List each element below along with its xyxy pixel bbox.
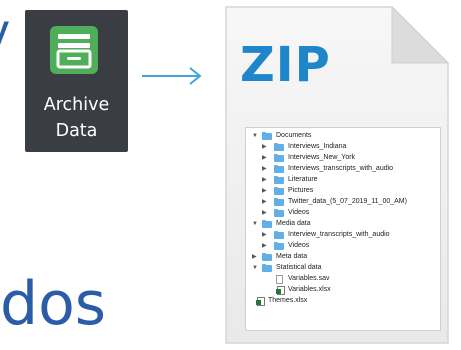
tree-item-label: Pictures xyxy=(288,187,314,194)
tree-row-literature[interactable]: ▶ Literature xyxy=(252,175,432,185)
folder-icon xyxy=(274,186,284,195)
tree-row-videos[interactable]: ▶ Videos xyxy=(252,208,432,218)
collapsed-triangle-icon[interactable]: ▶ xyxy=(262,232,268,238)
folder-icon xyxy=(262,252,272,261)
tree-row-interviews-new-york[interactable]: ▶ Interviews_New_York xyxy=(252,153,432,163)
tree-item-label: Twitter_data_(5_07_2019_11_00_AM) xyxy=(288,198,407,205)
cropped-heading-fragment: y xyxy=(0,2,24,60)
folder-icon xyxy=(274,153,284,162)
tree-item-label: Variables.xlsx xyxy=(288,286,331,293)
collapsed-triangle-icon[interactable]: ▶ xyxy=(262,155,268,161)
right-arrow-icon xyxy=(142,67,202,85)
tree-row-media-data[interactable]: ▼ Media data xyxy=(252,219,432,229)
archive-button-label-line2: Data xyxy=(55,121,98,141)
tree-row-variables-xlsx[interactable]: Variables.xlsx xyxy=(252,285,432,295)
tree-item-label: Statistical data xyxy=(276,264,322,271)
tree-row-pictures[interactable]: ▶ Pictures xyxy=(252,186,432,196)
expanded-triangle-icon[interactable]: ▼ xyxy=(252,265,258,271)
folder-icon xyxy=(274,197,284,206)
tree-item-label: Variables.sav xyxy=(288,275,330,282)
zip-file-tree: ▼ Documents ▶ Interviews_Indiana ▶ Inter… xyxy=(245,127,441,331)
expanded-triangle-icon[interactable]: ▼ xyxy=(252,221,258,227)
tree-row-twitter-data[interactable]: ▶ Twitter_data_(5_07_2019_11_00_AM) xyxy=(252,197,438,207)
tree-row-interviews-indiana[interactable]: ▶ Interviews_Indiana xyxy=(252,142,432,152)
folder-icon xyxy=(262,131,272,140)
zip-title: ZIP xyxy=(240,37,331,93)
archive-data-button[interactable]: Archive Data xyxy=(25,10,128,152)
tree-item-label: Interviews_Indiana xyxy=(288,143,347,150)
tree-item-label: Videos xyxy=(288,242,310,249)
archive-drawer-icon xyxy=(50,26,98,74)
tree-row-meta-data[interactable]: ▶ Meta data xyxy=(252,252,432,262)
file-icon xyxy=(276,275,283,284)
tree-item-label: Interviews_New_York xyxy=(288,154,356,161)
collapsed-triangle-icon[interactable]: ▶ xyxy=(262,243,268,249)
tree-row-media-videos[interactable]: ▶ Videos xyxy=(252,241,432,251)
tree-item-label: Meta data xyxy=(276,253,308,260)
tree-row-interview-transcripts-audio[interactable]: ▶ Interview_transcripts_with_audio xyxy=(252,230,432,240)
collapsed-triangle-icon[interactable]: ▶ xyxy=(262,177,268,183)
folder-icon xyxy=(274,164,284,173)
folder-icon xyxy=(262,263,272,272)
tree-item-label: Interviews_transcripts_with_audio xyxy=(288,165,394,172)
archive-button-label-line1: Archive xyxy=(43,95,110,115)
expanded-triangle-icon[interactable]: ▼ xyxy=(252,133,258,139)
folder-icon xyxy=(274,208,284,217)
excel-file-icon xyxy=(276,286,285,295)
tree-row-variables-sav[interactable]: Variables.sav xyxy=(252,274,432,284)
tree-row-statistical-data[interactable]: ▼ Statistical data xyxy=(252,263,432,273)
tree-row-themes-xlsx[interactable]: Themes.xlsx xyxy=(252,296,432,306)
collapsed-triangle-icon[interactable]: ▶ xyxy=(252,254,258,260)
tree-item-label: Themes.xlsx xyxy=(268,297,308,304)
collapsed-triangle-icon[interactable]: ▶ xyxy=(262,199,268,205)
collapsed-triangle-icon[interactable]: ▶ xyxy=(262,188,268,194)
collapsed-triangle-icon[interactable]: ▶ xyxy=(262,144,268,150)
tree-row-documents[interactable]: ▼ Documents xyxy=(252,131,432,141)
tree-item-label: Literature xyxy=(288,176,318,183)
folder-icon xyxy=(274,230,284,239)
folder-icon xyxy=(262,219,272,228)
folder-icon xyxy=(274,175,284,184)
tree-item-label: Interview_transcripts_with_audio xyxy=(288,231,390,238)
tree-item-label: Videos xyxy=(288,209,310,216)
folder-icon xyxy=(274,142,284,151)
tree-row-interviews-transcripts[interactable]: ▶ Interviews_transcripts_with_audio xyxy=(252,164,432,174)
excel-file-icon xyxy=(256,297,265,306)
tree-item-label: Media data xyxy=(276,220,311,227)
folder-icon xyxy=(274,241,284,250)
collapsed-triangle-icon[interactable]: ▶ xyxy=(262,210,268,216)
tree-item-label: Documents xyxy=(276,132,312,139)
cropped-subheading-fragment: dos xyxy=(0,269,107,339)
collapsed-triangle-icon[interactable]: ▶ xyxy=(262,166,268,172)
